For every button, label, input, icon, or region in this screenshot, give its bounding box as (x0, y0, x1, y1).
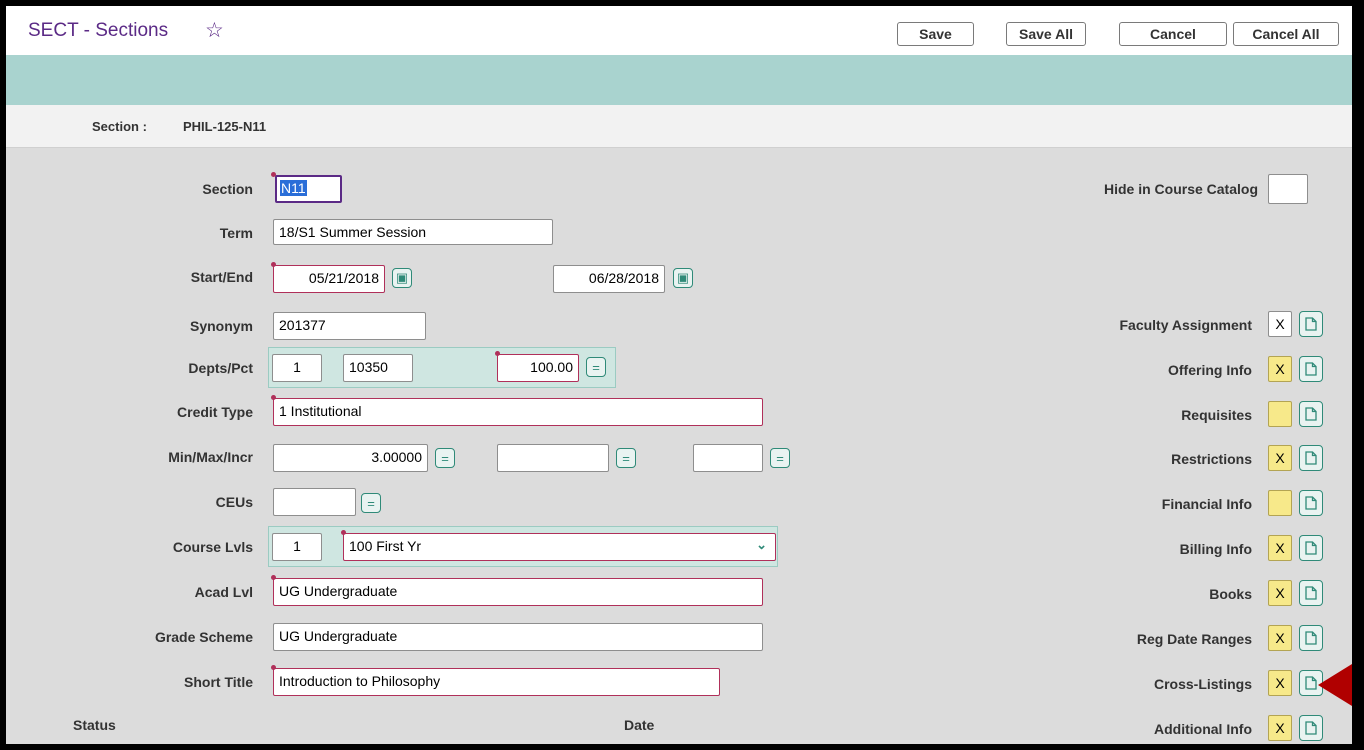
synonym-input[interactable]: 201377 (273, 312, 426, 340)
detail-flag-checkbox[interactable]: X (1268, 625, 1292, 651)
document-icon[interactable] (1299, 535, 1323, 561)
min-credits-input[interactable]: 3.00000 (273, 444, 428, 472)
start-date-input[interactable]: 05/21/2018 (273, 265, 385, 293)
section-input-value: N11 (280, 180, 307, 196)
detail-flag-checkbox[interactable]: X (1268, 311, 1292, 337)
equals-icon[interactable]: = (616, 448, 636, 468)
detail-flag-checkbox[interactable]: X (1268, 715, 1292, 741)
equals-icon[interactable]: = (586, 357, 606, 377)
calendar-icon[interactable]: ▣ (392, 268, 412, 288)
min-max-incr-label: Min/Max/Incr (168, 449, 253, 465)
detail-flag-checkbox[interactable] (1268, 490, 1292, 516)
context-bar: Section : PHIL-125-N11 (6, 105, 1352, 148)
end-date-input[interactable]: 06/28/2018 (553, 265, 665, 293)
star-icon[interactable]: ☆ (205, 18, 224, 43)
grade-scheme-label: Grade Scheme (154, 629, 253, 645)
detail-label: Offering Info (1168, 362, 1252, 378)
header-bar: SECT - Sections ☆ Save Save All Cancel C… (6, 6, 1352, 56)
detail-flag-checkbox[interactable] (1268, 401, 1292, 427)
equals-icon[interactable]: = (435, 448, 455, 468)
grade-scheme-input[interactable]: UG Undergraduate (273, 623, 763, 651)
required-marker (341, 530, 346, 535)
detail-flag-checkbox[interactable]: X (1268, 580, 1292, 606)
detail-label: Requisites (1181, 407, 1252, 423)
document-icon[interactable] (1299, 580, 1323, 606)
document-icon[interactable] (1299, 625, 1323, 651)
detail-label: Billing Info (1179, 541, 1252, 557)
detail-label: Financial Info (1161, 496, 1252, 512)
required-marker (271, 262, 276, 267)
save-button[interactable]: Save (897, 22, 974, 46)
start-end-label: Start/End (190, 269, 253, 285)
dept-input[interactable]: 10350 (343, 354, 413, 382)
document-icon[interactable] (1299, 311, 1323, 337)
date-column-label: Date (624, 717, 655, 733)
detail-label: Cross-Listings (1153, 676, 1252, 692)
app-window: SECT - Sections ☆ Save Save All Cancel C… (6, 6, 1352, 744)
detail-label: Restrictions (1171, 451, 1252, 467)
document-icon[interactable] (1299, 445, 1323, 471)
course-lvls-index-input[interactable]: 1 (272, 533, 322, 561)
required-marker (271, 395, 276, 400)
course-lvls-label: Course Lvls (172, 539, 253, 555)
incr-credits-input[interactable] (693, 444, 763, 472)
required-marker (271, 575, 276, 580)
synonym-label: Synonym (189, 318, 253, 334)
pct-input[interactable]: 100.00 (497, 354, 579, 382)
page-title: SECT - Sections (28, 20, 169, 41)
document-icon[interactable] (1299, 401, 1323, 427)
course-lvl-select-value: 100 First Yr (349, 538, 422, 554)
course-lvl-select[interactable]: 100 First Yr ⌄ (343, 533, 776, 561)
document-icon[interactable] (1299, 490, 1323, 516)
save-all-button[interactable]: Save All (1006, 22, 1086, 46)
calendar-icon[interactable]: ▣ (673, 268, 693, 288)
context-label: Section : (92, 119, 147, 134)
term-label: Term (219, 225, 253, 241)
section-input[interactable]: N11 (275, 175, 342, 203)
detail-label: Additional Info (1154, 721, 1252, 737)
ceus-label: CEUs (215, 494, 253, 510)
toolbar-band (6, 55, 1352, 105)
equals-icon[interactable]: = (770, 448, 790, 468)
required-marker (271, 665, 276, 670)
chevron-down-icon[interactable]: ⌄ (756, 537, 767, 553)
acad-lvl-label: Acad Lvl (194, 584, 253, 600)
equals-icon[interactable]: = (361, 493, 381, 513)
required-marker (271, 172, 276, 177)
detail-flag-checkbox[interactable]: X (1268, 356, 1292, 382)
pointer-arrow (1318, 664, 1352, 706)
cancel-all-button[interactable]: Cancel All (1233, 22, 1339, 46)
depts-index-input[interactable]: 1 (272, 354, 322, 382)
detail-label: Books (1209, 586, 1252, 602)
detail-label: Reg Date Ranges (1136, 631, 1252, 647)
short-title-input[interactable]: Introduction to Philosophy (273, 668, 720, 696)
section-label: Section (202, 181, 253, 197)
term-input[interactable]: 18/S1 Summer Session (273, 219, 553, 245)
short-title-label: Short Title (184, 674, 253, 690)
detail-label: Faculty Assignment (1119, 317, 1252, 333)
document-icon[interactable] (1299, 715, 1323, 741)
status-column-label: Status (73, 717, 116, 733)
detail-flag-checkbox[interactable]: X (1268, 445, 1292, 471)
credit-type-label: Credit Type (177, 404, 253, 420)
acad-lvl-input[interactable]: UG Undergraduate (273, 578, 763, 606)
ceus-input[interactable] (273, 488, 356, 516)
max-credits-input[interactable] (497, 444, 609, 472)
cancel-button[interactable]: Cancel (1119, 22, 1227, 46)
hide-catalog-label: Hide in Course Catalog (1103, 181, 1258, 197)
credit-type-input[interactable]: 1 Institutional (273, 398, 763, 426)
hide-catalog-checkbox[interactable] (1268, 174, 1308, 204)
detail-flag-checkbox[interactable]: X (1268, 535, 1292, 561)
document-icon[interactable] (1299, 356, 1323, 382)
depts-pct-label: Depts/Pct (188, 360, 253, 376)
detail-flag-checkbox[interactable]: X (1268, 670, 1292, 696)
required-marker (495, 351, 500, 356)
context-value: PHIL-125-N11 (183, 119, 267, 134)
